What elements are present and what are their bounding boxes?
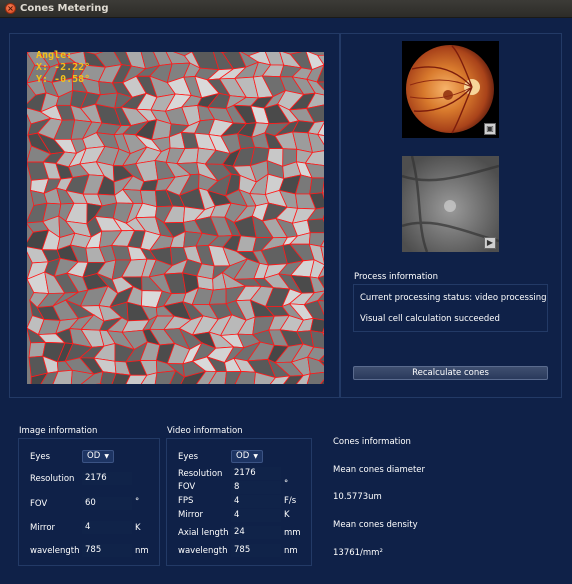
video-axial-field[interactable]: 24 [231, 526, 281, 539]
image-wavelength-label: wavelength [30, 546, 80, 556]
process-status: Current processing status: video process… [360, 293, 547, 303]
video-info-title: Video information [167, 426, 243, 436]
image-eyes-select[interactable]: OD ▼ [82, 450, 114, 463]
video-resolution-label: Resolution [178, 469, 223, 479]
video-fps-label: FPS [178, 496, 194, 506]
image-eyes-value: OD [87, 451, 101, 461]
image-mirror-unit: K [135, 523, 141, 533]
image-fov-label: FOV [30, 499, 48, 509]
cone-cell [309, 177, 324, 195]
angle-x: X: -2.22° [36, 62, 91, 73]
process-result: Visual cell calculation succeeded [360, 314, 500, 324]
fundus-image[interactable]: ▣ [402, 41, 499, 138]
close-button[interactable]: × [5, 3, 16, 14]
video-mirror-unit: K [284, 510, 290, 520]
mean-density-value: 13761/mm² [333, 548, 383, 558]
cones-info-title: Cones information [333, 437, 411, 447]
mean-diameter-value: 10.5773um [333, 492, 382, 502]
video-eyes-select[interactable]: OD ▼ [231, 450, 263, 463]
video-fov-unit: ° [284, 479, 289, 489]
image-info-title: Image information [19, 426, 98, 436]
image-resolution-label: Resolution [30, 474, 75, 484]
title-bar: × Cones Metering [0, 0, 572, 18]
video-fps-field[interactable]: 4 [231, 495, 281, 508]
chevron-down-icon: ▼ [104, 453, 109, 460]
video-axial-unit: mm [284, 528, 301, 538]
video-resolution-field[interactable]: 2176 [231, 467, 281, 480]
ir-video-image[interactable]: ▶ [402, 156, 499, 252]
cone-cell-image[interactable] [27, 52, 324, 384]
video-mirror-label: Mirror [178, 510, 204, 520]
image-wavelength-unit: nm [135, 546, 149, 556]
play-icon[interactable]: ▶ [484, 237, 496, 249]
image-wavelength-field[interactable]: 785 [82, 544, 132, 557]
image-fov-unit: ° [135, 497, 140, 507]
image-fov-field[interactable]: 60 [82, 497, 132, 510]
mean-diameter-label: Mean cones diameter [333, 465, 426, 475]
angle-overlay: Angle: X: -2.22° Y: -0.58° [36, 50, 90, 86]
image-icon[interactable]: ▣ [484, 123, 496, 135]
video-wavelength-unit: nm [284, 546, 298, 556]
video-eyes-value: OD [236, 451, 250, 461]
video-eyes-label: Eyes [178, 452, 199, 462]
cone-segmentation-canvas [27, 52, 324, 384]
window-title: Cones Metering [20, 3, 109, 14]
image-eyes-label: Eyes [30, 452, 51, 462]
video-wavelength-field[interactable]: 785 [231, 544, 281, 557]
video-mirror-field[interactable]: 4 [231, 509, 281, 522]
image-mirror-field[interactable]: 4 [82, 521, 132, 534]
mean-density-label: Mean cones density [333, 520, 418, 530]
process-info-box [353, 284, 548, 332]
video-fov-field[interactable]: 8 [231, 481, 281, 494]
recalculate-cones-button[interactable]: Recalculate cones [353, 366, 548, 380]
image-mirror-label: Mirror [30, 523, 56, 533]
video-fps-unit: F/s [284, 496, 297, 506]
chevron-down-icon: ▼ [253, 453, 258, 460]
video-fov-label: FOV [178, 482, 196, 492]
video-wavelength-label: wavelength [178, 546, 228, 556]
angle-label: Angle: [36, 50, 73, 61]
image-resolution-field[interactable]: 2176 [82, 472, 132, 485]
angle-y: Y: -0.58° [36, 74, 91, 85]
video-axial-label: Axial length [178, 528, 229, 538]
cone-cell [310, 317, 324, 333]
cone-cell [306, 218, 324, 234]
process-info-title: Process information [354, 272, 439, 282]
